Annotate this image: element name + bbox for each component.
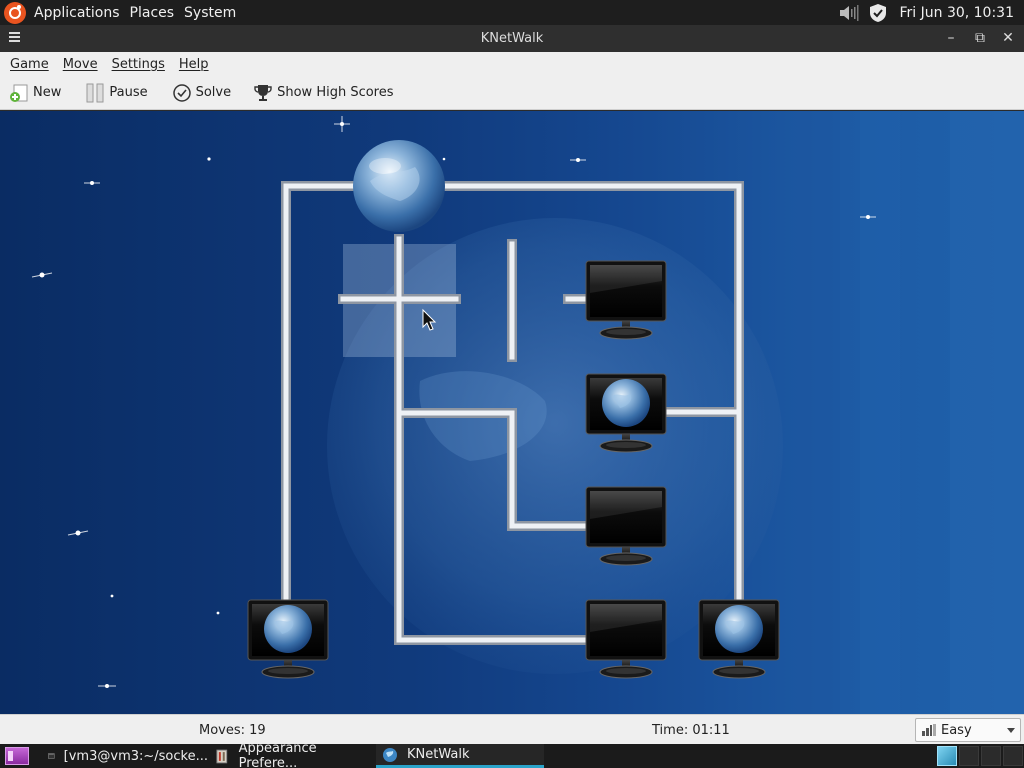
panel-menu-system[interactable]: System	[182, 5, 238, 21]
pause-button[interactable]: Pause	[79, 79, 153, 107]
task-appearance-label: Appearance Prefere...	[238, 741, 317, 768]
checkmark-icon	[172, 83, 191, 102]
toolbar: New Pause Solve Show High Scores	[0, 76, 1024, 110]
trophy-icon	[254, 84, 272, 101]
maximize-button[interactable]: ⧉	[970, 29, 990, 47]
ubuntu-logo-icon[interactable]	[4, 1, 26, 24]
workspace-switcher-slot[interactable]	[1003, 746, 1023, 766]
volume-icon[interactable]	[839, 4, 859, 21]
game-board[interactable]	[0, 111, 1024, 714]
solve-button[interactable]: Solve	[166, 79, 238, 107]
new-game-icon	[10, 84, 28, 102]
status-bar: Moves: 19 Time: 01:11 Easy	[0, 714, 1024, 744]
menu-settings[interactable]: Settings	[112, 57, 165, 72]
shield-icon[interactable]	[869, 3, 887, 23]
panel-clock[interactable]: Fri Jun 30, 10:31	[899, 5, 1014, 21]
menu-game[interactable]: Game	[10, 57, 49, 72]
workspace-switcher-slot[interactable]	[981, 746, 1001, 766]
task-terminal[interactable]: [vm3@vm3:~/socke...	[42, 744, 208, 768]
pause-button-label: Pause	[109, 85, 148, 100]
minimize-button[interactable]: –	[941, 29, 961, 47]
solve-button-label: Solve	[195, 85, 232, 100]
terminal-monitor[interactable]	[247, 599, 329, 679]
moves-counter: Moves: 19	[199, 723, 266, 738]
menu-move[interactable]: Move	[63, 57, 98, 72]
terminal-monitor[interactable]	[698, 599, 780, 679]
chevron-down-icon	[1007, 728, 1015, 733]
appearance-preferences-icon	[216, 749, 228, 764]
background-band	[780, 111, 840, 714]
background-band	[860, 111, 900, 714]
background-band	[950, 111, 1024, 714]
time-counter: Time: 01:11	[652, 723, 730, 738]
task-terminal-label: [vm3@vm3:~/socke...	[63, 748, 208, 764]
game-board-area[interactable]	[0, 111, 1024, 714]
task-knetwalk[interactable]: KNetWalk	[376, 744, 544, 768]
new-button[interactable]: New	[3, 79, 67, 107]
show-high-scores-label: Show High Scores	[277, 85, 394, 100]
panel-menu-applications[interactable]: Applications	[32, 5, 122, 21]
task-appearance-preferences[interactable]: Appearance Prefere...	[208, 741, 376, 768]
panel-menu-places[interactable]: Places	[128, 5, 177, 21]
menu-help[interactable]: Help	[179, 57, 209, 72]
window-title-bar[interactable]: KNetWalk – ⧉ ✕	[0, 25, 1024, 52]
task-knetwalk-label: KNetWalk	[407, 747, 470, 762]
server-globe[interactable]	[353, 140, 445, 232]
top-panel: Applications Places System Fri Jun 30, 1…	[0, 0, 1024, 25]
close-button[interactable]: ✕	[998, 29, 1018, 47]
difficulty-select[interactable]: Easy	[915, 718, 1021, 742]
new-button-label: New	[33, 85, 62, 100]
taskbar: [vm3@vm3:~/socke... Appearance Prefere..…	[0, 741, 1024, 768]
network-tray-icon[interactable]	[937, 746, 957, 766]
menu-bar: Game Move Settings Help	[0, 52, 1024, 76]
difficulty-bars-icon	[922, 724, 936, 736]
terminal-icon	[48, 753, 55, 759]
window-title: KNetWalk	[480, 31, 544, 46]
show-desktop-icon[interactable]	[5, 747, 29, 765]
difficulty-value: Easy	[941, 722, 972, 738]
pause-icon	[86, 83, 104, 102]
show-high-scores-button[interactable]: Show High Scores	[247, 79, 399, 107]
workspace-switcher-slot[interactable]	[959, 746, 979, 766]
knetwalk-globe-icon	[383, 747, 397, 762]
panel-indicators: Fri Jun 30, 10:31	[839, 0, 1024, 25]
